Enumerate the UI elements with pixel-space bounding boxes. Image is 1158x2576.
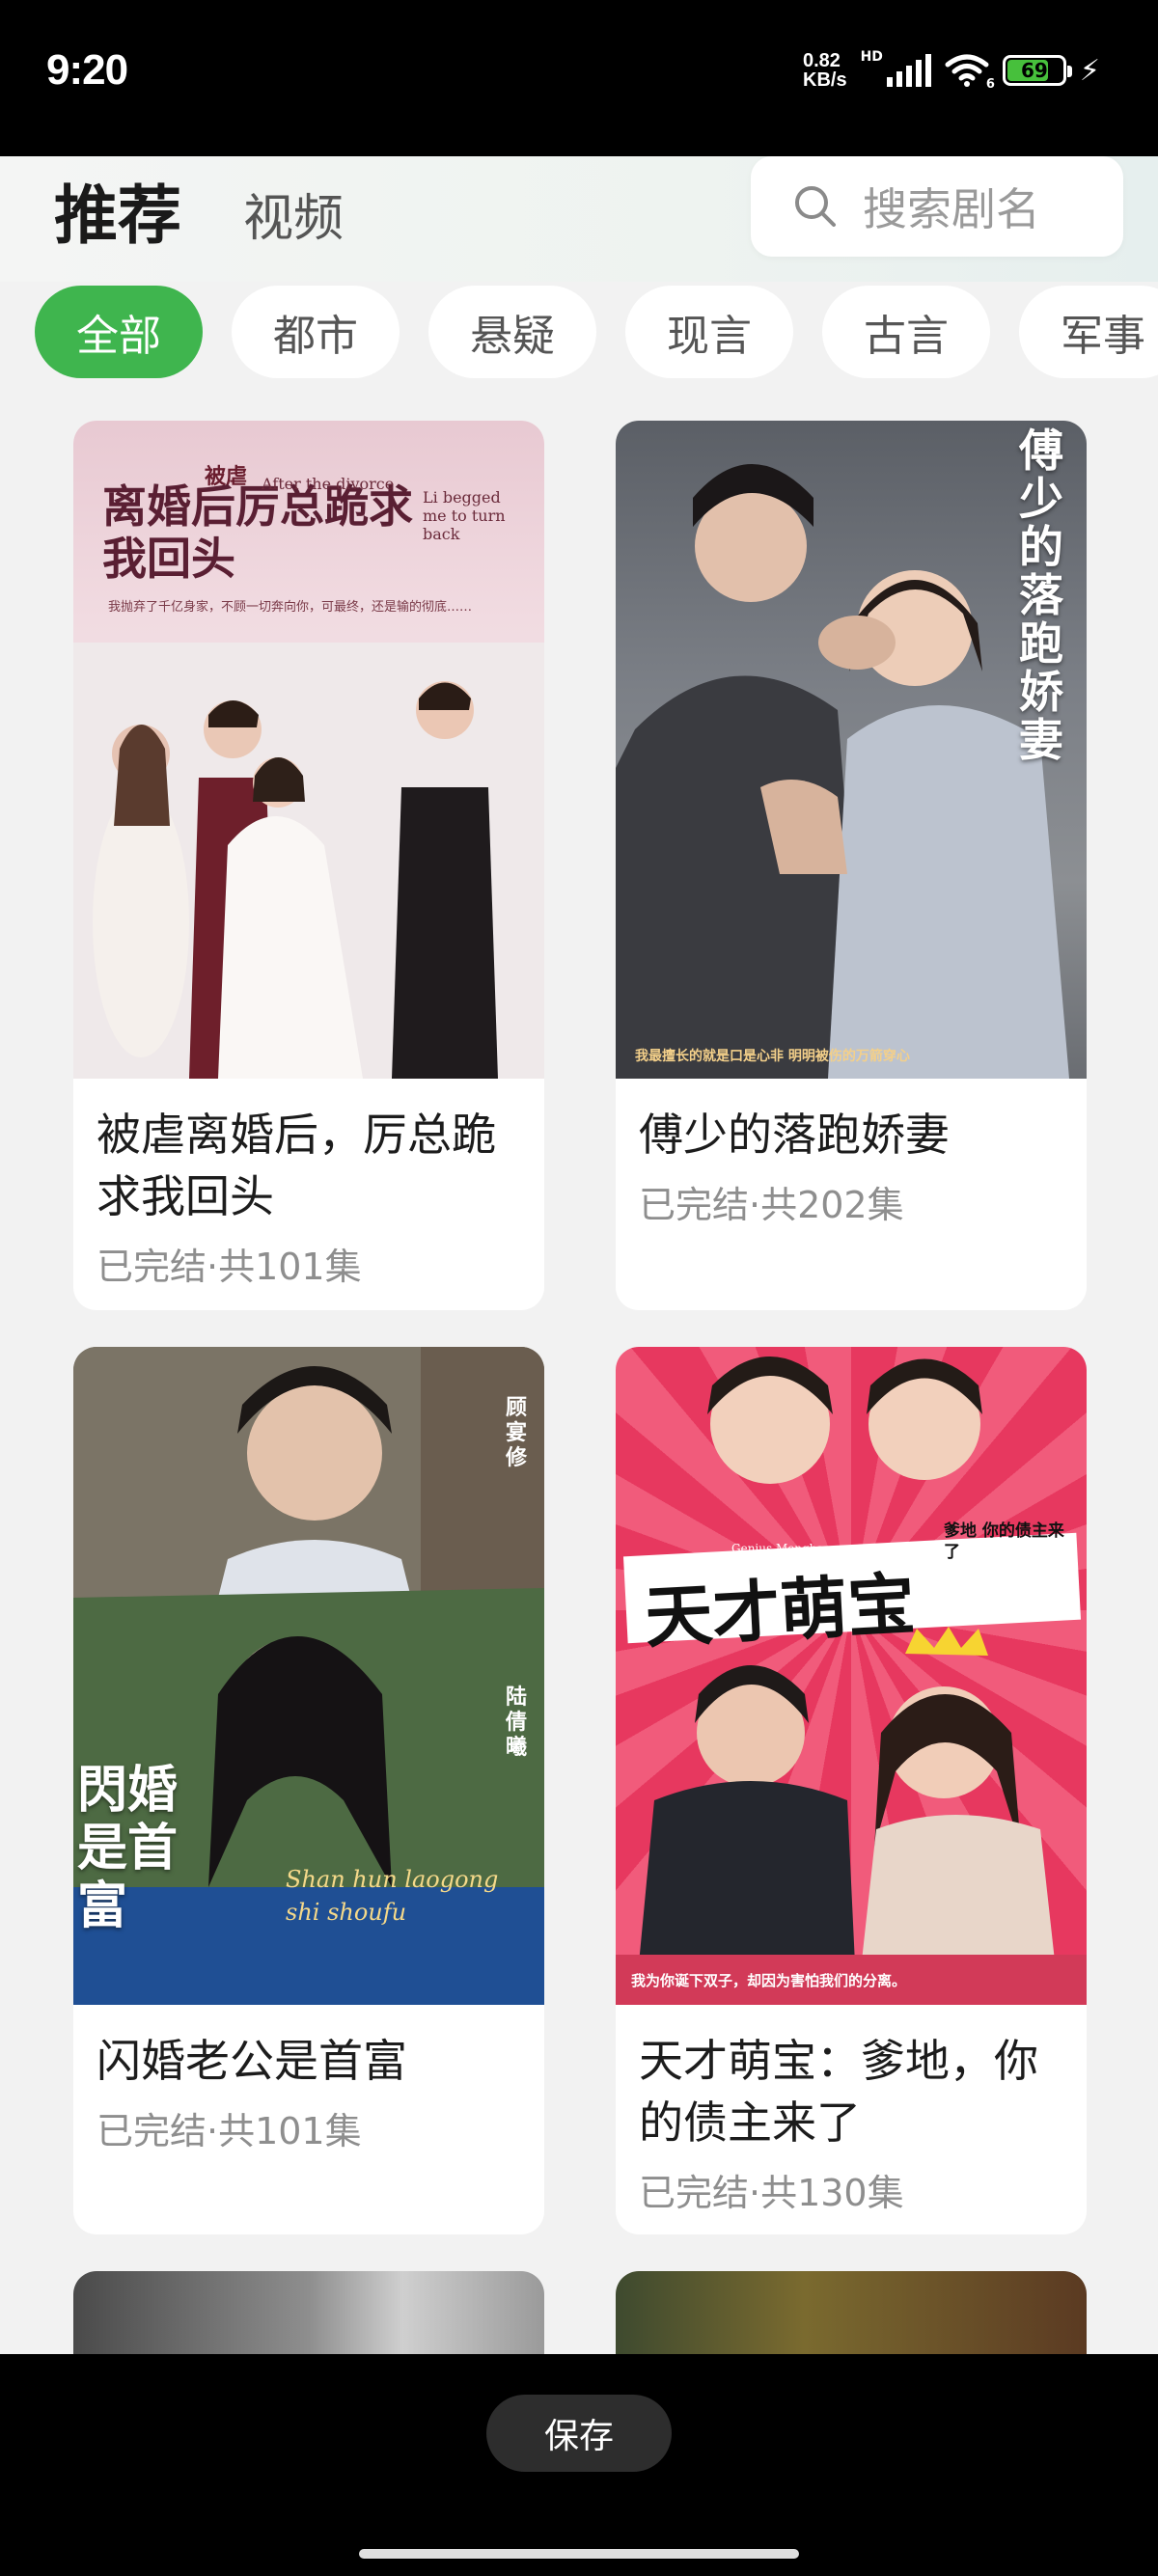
search-placeholder: 搜索剧名 — [863, 183, 1040, 235]
wifi-6-label: 6 — [985, 77, 995, 92]
drama-card[interactable]: 傅少的落跑娇妻 我最擅长的就是口是心非 明明被伤的万箭穿心 傅少的落跑娇妻 已完… — [616, 421, 1087, 1310]
poster-figures — [616, 464, 1069, 1079]
drama-title[interactable]: 闪婚老公是首富 — [96, 2030, 529, 2092]
drama-card[interactable]: 顾宴修 陆倩曦 閃婚是首富 Shan hun laogong shi shouf… — [73, 1347, 544, 2234]
search-icon — [795, 186, 836, 227]
poster-name-2: 陆倩曦 — [506, 1685, 528, 1760]
poster-tagline: 我抛弃了千亿身家，不顾一切奔向你，可最终，还是输的彻底…… — [108, 600, 473, 615]
poster-tagline: 我最擅长的就是口是心非 明明被伤的万箭穿心 — [635, 1049, 910, 1064]
home-indicator[interactable] — [359, 2549, 799, 2559]
drama-poster[interactable] — [73, 2271, 544, 2368]
signal-icon — [886, 54, 931, 87]
status-time: 9:20 — [46, 46, 128, 94]
search-box[interactable]: 搜索剧名 — [751, 156, 1123, 257]
drama-title[interactable]: 天才萌宝：爹地，你的债主来了 — [639, 2030, 1071, 2153]
drama-poster[interactable]: 傅少的落跑娇妻 我最擅长的就是口是心非 明明被伤的万箭穿心 — [616, 421, 1087, 1079]
poster-en-2: Li begged me to turn back — [423, 488, 506, 543]
drama-poster[interactable]: 被虐 离婚后厉总跪求我回头 After the divorce Li begge… — [73, 421, 544, 1079]
category-tab-urban[interactable]: 都市 — [232, 286, 400, 378]
drama-poster[interactable]: 顾宴修 陆倩曦 閃婚是首富 Shan hun laogong shi shouf… — [73, 1347, 544, 2005]
category-tab-suspense[interactable]: 悬疑 — [428, 286, 596, 378]
category-tab-ancient-romance[interactable]: 古言 — [822, 286, 990, 378]
poster-name-1: 顾宴修 — [506, 1395, 528, 1470]
drama-meta: 已完结·共202集 — [639, 1184, 904, 1226]
drama-meta: 已完结·共130集 — [639, 2172, 904, 2214]
status-bar: 9:20 0.82 KB/s HD 6 69 ⚡ — [0, 0, 1158, 156]
drama-card[interactable] — [73, 2271, 544, 2368]
battery-percent: 69 — [1021, 59, 1048, 82]
poster-figures — [616, 1357, 1087, 2005]
tab-recommend[interactable]: 推荐 — [54, 164, 181, 257]
poster-main-title: 閃婚是首富 — [77, 1761, 179, 1935]
poster-main-title: 离婚后厉总跪求我回头 — [102, 480, 413, 585]
drama-title[interactable]: 傅少的落跑娇妻 — [639, 1104, 1071, 1165]
category-tabs: 全部 都市 悬疑 现言 古言 军事 — [0, 282, 1158, 388]
hd-label: HD — [860, 49, 883, 65]
tab-video[interactable]: 视频 — [243, 178, 344, 250]
drama-card[interactable]: 被虐 离婚后厉总跪求我回头 After the divorce Li begge… — [73, 421, 544, 1310]
drama-meta: 已完结·共101集 — [96, 1246, 362, 1288]
drama-title[interactable]: 被虐离婚后，厉总跪求我回头 — [96, 1104, 529, 1227]
poster-en: Genius Mengbao — [731, 1542, 831, 1555]
status-icons: 0.82 KB/s HD 6 69 ⚡ — [803, 48, 1100, 93]
net-speed-value: 0.82 — [803, 50, 841, 71]
poster-tagline: 我为你诞下双子，却因为害怕我们的分离。 — [631, 1972, 907, 1989]
category-tab-modern-romance[interactable]: 现言 — [625, 286, 793, 378]
poster-main-title: 傅少的落跑娇妻 — [1019, 425, 1063, 766]
drama-card[interactable]: 天才萌宝 Genius Mengbao 爹地 你的债主来了 我为你诞下双子，却因… — [616, 1347, 1087, 2234]
poster-sub: 爹地 你的债主来了 — [944, 1521, 1064, 1562]
category-tab-all[interactable]: 全部 — [35, 286, 203, 378]
net-speed: 0.82 KB/s — [803, 51, 847, 90]
poster-en-1: After the divorce — [262, 475, 395, 493]
poster-main-title: 天才萌宝 — [643, 1563, 918, 1658]
battery-icon: 69 — [1002, 55, 1072, 86]
drama-meta: 已完结·共101集 — [96, 2110, 362, 2152]
drama-card[interactable] — [616, 2271, 1087, 2368]
wifi-icon: 6 — [945, 53, 995, 92]
net-speed-unit: KB/s — [803, 69, 847, 91]
bottom-bar: 保存 — [0, 2354, 1158, 2576]
poster-en: Shan hun laogong shi shoufu — [286, 1866, 499, 1926]
category-tab-military[interactable]: 军事 — [1019, 286, 1158, 378]
save-button[interactable]: 保存 — [486, 2395, 672, 2472]
drama-poster[interactable]: 天才萌宝 Genius Mengbao 爹地 你的债主来了 我为你诞下双子，却因… — [616, 1347, 1087, 2005]
drama-poster[interactable] — [616, 2271, 1087, 2368]
header: 推荐 视频 搜索剧名 — [0, 156, 1158, 282]
charging-bolt-icon: ⚡ — [1079, 53, 1100, 88]
